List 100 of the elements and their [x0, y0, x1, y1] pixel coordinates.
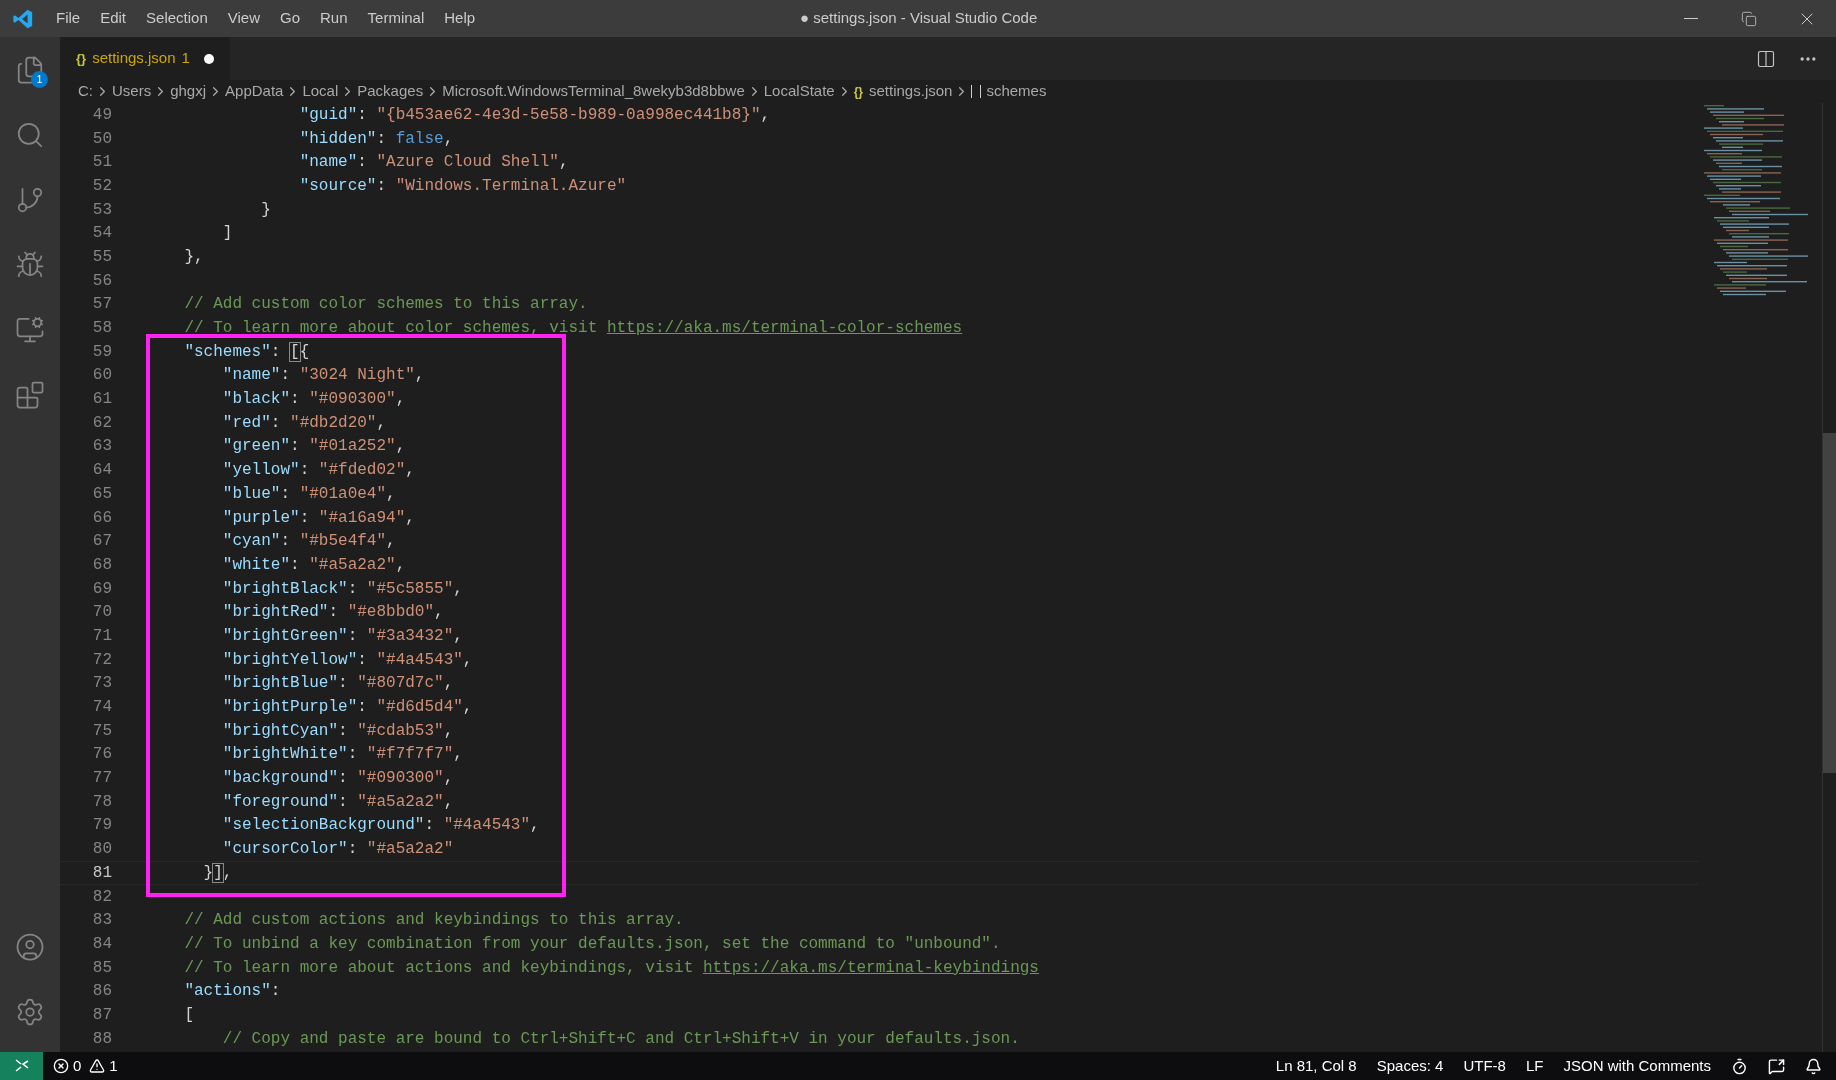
code-line: "yellow": "#fded02", — [221, 460, 415, 482]
editor-tab[interactable]: {} settings.json 1 — [60, 37, 230, 80]
code-line: // Add custom actions and keybindings to this array. — [183, 910, 684, 932]
menu-item[interactable]: File — [46, 7, 91, 30]
code-line: "brightYellow": "#4a4543", — [221, 649, 473, 671]
code-line: "purple": "#a16a94", — [221, 507, 415, 529]
problems-button[interactable]: 0 1 — [53, 1054, 118, 1078]
watch-icon[interactable] — [1731, 1057, 1748, 1075]
line-number: 56 — [91, 270, 112, 292]
breadcrumb-item[interactable]: C: — [78, 80, 93, 103]
line-number: 64 — [91, 460, 112, 482]
code-line: "blue": "#01a0e4", — [221, 483, 396, 505]
code-line: // To learn more about color schemes, visit https://aka.ms/terminal-color-schemes — [183, 318, 963, 340]
code-line: // To learn more about actions and keybindings, visit https://aka.ms/terminal-keybindings — [183, 957, 1039, 979]
code-line: "actions": — [183, 981, 281, 1003]
code-line: "background": "#090300", — [221, 768, 454, 790]
line-number: 74 — [91, 697, 112, 719]
code-line: "name": "Azure Cloud Shell", — [298, 152, 569, 174]
line-number: 58 — [91, 318, 112, 340]
line-number: 52 — [91, 175, 112, 197]
line-number: 66 — [91, 507, 112, 529]
split-editor-icon[interactable] — [1756, 48, 1776, 69]
breadcrumb-item[interactable]: Users — [112, 80, 152, 103]
account-icon[interactable] — [15, 931, 45, 962]
status-item[interactable]: LF — [1525, 1054, 1544, 1078]
menu-item[interactable]: Edit — [90, 7, 137, 30]
status-item[interactable]: Spaces: 4 — [1376, 1054, 1444, 1078]
scrollbar[interactable] — [1822, 103, 1836, 1052]
bell-icon[interactable] — [1805, 1057, 1822, 1075]
json-icon: {} — [76, 48, 87, 69]
line-number: 62 — [91, 412, 112, 434]
line-number: 69 — [91, 578, 112, 600]
code-line: } — [260, 199, 271, 221]
line-number: 49 — [91, 104, 112, 126]
breadcrumb-item[interactable]: schemes — [986, 80, 1047, 103]
breadcrumb-item[interactable]: Packages — [357, 80, 424, 103]
problem-count: 1 — [181, 48, 190, 69]
breadcrumb-item[interactable]: LocalState — [763, 80, 835, 103]
status-item[interactable]: UTF-8 — [1463, 1054, 1506, 1078]
app-logo-icon — [12, 7, 34, 30]
array-icon — [971, 85, 982, 98]
remote-button[interactable] — [0, 1052, 43, 1080]
breadcrumb-item[interactable]: Microsoft.WindowsTerminal_8wekyb3d8bbwe — [442, 80, 745, 103]
files-icon[interactable] — [15, 54, 45, 85]
menu-item[interactable]: Selection — [136, 7, 218, 30]
line-number: 83 — [91, 910, 112, 932]
code-line: "schemes": [{ — [183, 341, 310, 363]
bug-icon[interactable] — [15, 249, 45, 280]
line-number: 82 — [91, 886, 112, 908]
code-line: "selectionBackground": "#4a4543", — [221, 815, 540, 837]
code-line: "brightCyan": "#cdab53", — [221, 720, 454, 742]
code-line: // To unbind a key combination from your defaults.json, set the command to "unbound". — [183, 933, 1001, 955]
menu-item[interactable]: Terminal — [357, 7, 435, 30]
menu-item[interactable]: Help — [434, 7, 486, 30]
code-line: "hidden": false, — [298, 128, 454, 150]
settings-icon[interactable] — [15, 996, 45, 1027]
feedback-icon[interactable] — [1768, 1057, 1785, 1075]
menu-item[interactable]: Go — [270, 7, 310, 30]
breadcrumb-item[interactable]: settings.json — [869, 80, 953, 103]
code-line: "green": "#01a252", — [221, 436, 406, 458]
line-number: 50 — [91, 128, 112, 150]
warning-icon — [89, 1058, 106, 1074]
line-number: 81 — [91, 862, 112, 884]
line-number: 87 — [91, 1004, 112, 1026]
monitor-icon[interactable] — [15, 314, 45, 345]
line-number: 70 — [91, 602, 112, 624]
line-number: 54 — [91, 223, 112, 245]
remote-icon — [13, 1058, 30, 1074]
breadcrumb-item[interactable]: ghgxj — [170, 80, 207, 103]
code-line: [ — [183, 1004, 194, 1026]
error-count: 0 — [73, 1055, 82, 1076]
code-line: }], — [202, 862, 233, 884]
line-number: 67 — [91, 531, 112, 553]
code-line: "red": "#db2d20", — [221, 412, 387, 434]
line-number: 73 — [91, 673, 112, 695]
code-line: "cursorColor": "#a5a2a2" — [221, 839, 454, 861]
line-number: 55 — [91, 246, 112, 268]
line-number: 59 — [91, 341, 112, 363]
breadcrumb-item[interactable]: Local — [302, 80, 339, 103]
code-line: "black": "#090300", — [221, 389, 406, 411]
line-number: 57 — [91, 294, 112, 316]
status-item[interactable]: JSON with Comments — [1563, 1054, 1711, 1078]
line-number: 68 — [91, 554, 112, 576]
tab-label: settings.json — [92, 48, 176, 69]
code-line: "brightBlue": "#807d7c", — [221, 673, 454, 695]
line-number: 65 — [91, 483, 112, 505]
menu-item[interactable]: View — [217, 7, 270, 30]
menu-item[interactable]: Run — [310, 7, 358, 30]
code-line: "foreground": "#a5a2a2", — [221, 791, 454, 813]
breadcrumb-item[interactable]: AppData — [225, 80, 284, 103]
status-item[interactable]: Ln 81, Col 8 — [1275, 1054, 1357, 1078]
line-number: 53 — [91, 199, 112, 221]
code-line: }, — [183, 246, 204, 268]
restore-icon — [1741, 10, 1757, 27]
line-number: 77 — [91, 768, 112, 790]
code-line: "name": "3024 Night", — [221, 365, 425, 387]
blocks-icon[interactable] — [15, 379, 45, 410]
line-number: 85 — [91, 957, 112, 979]
code-line: "brightPurple": "#d6d5d4", — [221, 697, 473, 719]
line-number: 80 — [91, 839, 112, 861]
